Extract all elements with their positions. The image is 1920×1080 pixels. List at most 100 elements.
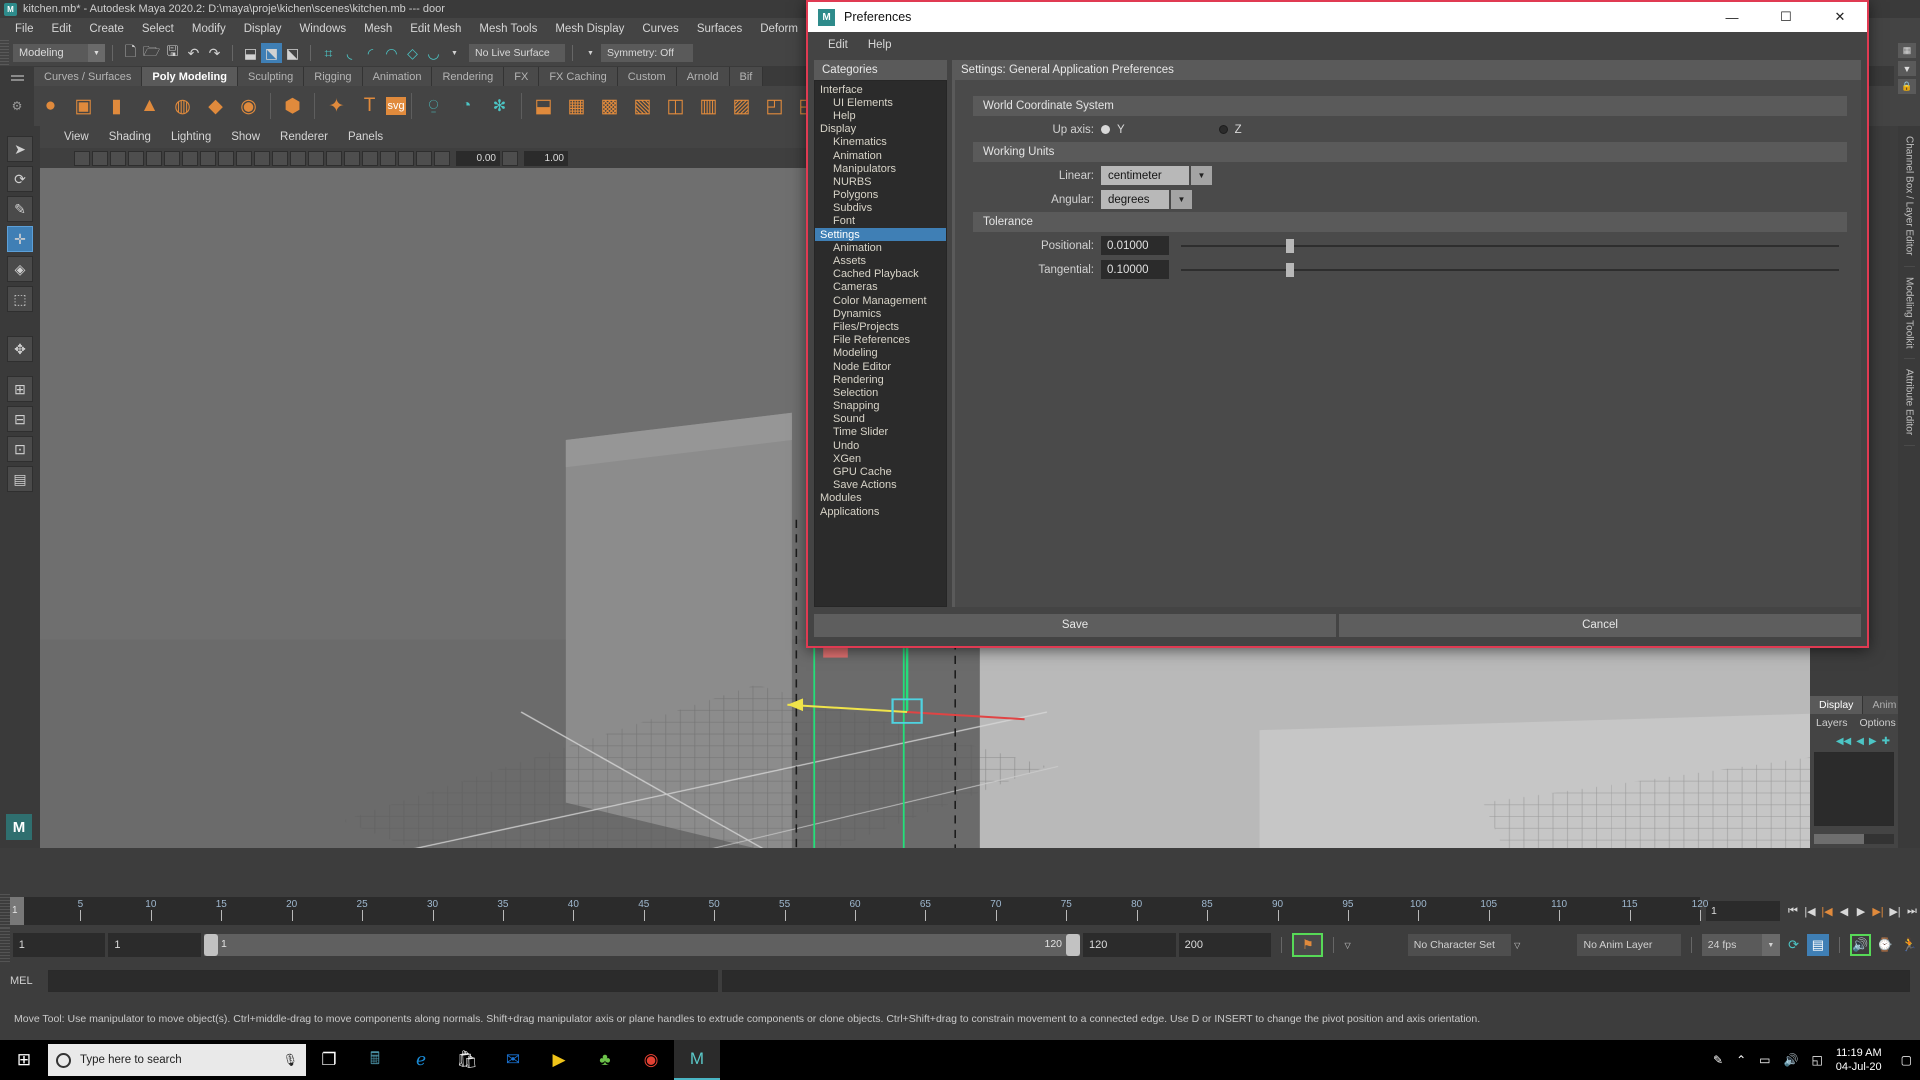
playback-speed-field[interactable]: 24 fps ▼ xyxy=(1701,934,1780,956)
anim-layer-field[interactable]: No Anim Layer xyxy=(1577,934,1681,956)
gamma-icon[interactable] xyxy=(502,150,518,166)
go-to-start-icon[interactable]: ⏮ xyxy=(1785,901,1801,921)
poly-cylinder-icon[interactable]: ▮ xyxy=(100,90,133,122)
playblast-icon[interactable]: 🏃 xyxy=(1899,934,1920,956)
category-item-file-references[interactable]: File References xyxy=(815,334,946,347)
positional-input[interactable]: 0.01000 xyxy=(1101,236,1169,255)
viewport-menu-view[interactable]: View xyxy=(54,131,99,143)
select-by-object-type-icon[interactable]: ⬔ xyxy=(261,43,282,63)
menu-item-create[interactable]: Create xyxy=(80,21,133,37)
linear-unit-select[interactable]: centimeter xyxy=(1101,166,1189,185)
viewport-menu-show[interactable]: Show xyxy=(221,131,270,143)
range-slider[interactable]: 1 1 1 120 120 200 ⚑ ▽ No Character Set ▽… xyxy=(0,928,1920,962)
category-item-selection[interactable]: Selection xyxy=(815,386,946,399)
time-slider-bar[interactable]: 1 5 10 15 20 25 30 35 40 45 50 55 60 65 70 75 80 85 90 95 1… xyxy=(10,897,1708,925)
cancel-button[interactable]: Cancel xyxy=(1339,613,1861,637)
select-tool-icon[interactable]: ➤ xyxy=(7,136,33,162)
workspace-icon[interactable]: ▦ xyxy=(1898,43,1916,58)
menu-item-edit[interactable]: Edit xyxy=(43,21,81,37)
shelf-tab-rendering[interactable]: Rendering xyxy=(432,67,505,86)
gear-icon[interactable]: ⚙ xyxy=(0,86,34,126)
category-item-xgen[interactable]: XGen xyxy=(815,452,946,465)
ao-icon[interactable] xyxy=(398,150,414,166)
category-item-nurbs[interactable]: NURBS xyxy=(815,175,946,188)
scale-tool-icon[interactable]: ⬚ xyxy=(7,286,33,312)
poly-cone-icon[interactable]: ▲ xyxy=(133,90,166,122)
layer-menu-layers[interactable]: Layers xyxy=(1816,717,1848,729)
animation-preferences-icon[interactable]: ▤ xyxy=(1807,934,1829,956)
time-slider-grip[interactable] xyxy=(0,894,10,928)
shelf-tab-animation[interactable]: Animation xyxy=(362,67,433,86)
layer-editor[interactable]: DisplayAnim LayersOptionsHelp ◀◀ ◀ ▶ ✚ xyxy=(1810,696,1920,848)
gamma-field[interactable]: 1.00 xyxy=(524,150,568,166)
category-item-undo[interactable]: Undo xyxy=(815,439,946,452)
sound-icon[interactable]: 🔊 xyxy=(1849,934,1872,956)
step-forward-frame-icon[interactable]: ▶| xyxy=(1870,901,1886,921)
linear-unit-row[interactable]: Linear: centimeter ▼ xyxy=(973,164,1847,187)
category-item-cameras[interactable]: Cameras xyxy=(815,281,946,294)
right-top-icons[interactable]: ▦ ▼ 🔒 xyxy=(1894,40,1920,126)
gate-mask-icon[interactable] xyxy=(236,150,252,166)
command-line[interactable]: MEL xyxy=(0,966,1920,996)
shelf-tab-curves-surfaces[interactable]: Curves / Surfaces xyxy=(34,67,143,86)
menu-item-mesh[interactable]: Mesh xyxy=(355,21,401,37)
store-icon[interactable]: 🛍 xyxy=(444,1040,490,1080)
two-d-pan-zoom-icon[interactable] xyxy=(164,150,180,166)
menu-item-deform[interactable]: Deform xyxy=(751,21,807,37)
viewport-menu-shading[interactable]: Shading xyxy=(99,131,161,143)
search-input[interactable]: Type here to search 🎙 xyxy=(48,1044,306,1076)
snap-to-curve-icon[interactable]: ◟ xyxy=(339,43,360,63)
category-item-time-slider[interactable]: Time Slider xyxy=(815,426,946,439)
vertical-tab-modeling-toolkit[interactable]: Modeling Toolkit xyxy=(1903,267,1915,360)
redo-icon[interactable]: ↷ xyxy=(204,43,225,63)
smooth-icon[interactable]: ▥ xyxy=(692,90,725,122)
reduce-icon[interactable]: ▨ xyxy=(725,90,758,122)
xray-joints-icon[interactable] xyxy=(272,150,288,166)
poly-super-shape-icon[interactable]: ✦ xyxy=(320,90,353,122)
live-surface-field[interactable]: No Live Surface xyxy=(469,44,565,62)
close-icon[interactable]: ✕ xyxy=(1813,2,1867,32)
poly-platonic-icon[interactable]: ⬢ xyxy=(276,90,309,122)
volume-icon[interactable]: 🔊 xyxy=(1784,1053,1799,1067)
poly-sphere-icon[interactable]: ● xyxy=(34,90,67,122)
lasso-tool-icon[interactable]: ⟳ xyxy=(7,166,33,192)
rotate-tool-icon[interactable]: ◈ xyxy=(7,256,33,282)
category-item-gpu-cache[interactable]: GPU Cache xyxy=(815,465,946,478)
category-item-help[interactable]: Help xyxy=(815,109,946,122)
category-item-color-management[interactable]: Color Management xyxy=(815,294,946,307)
go-to-end-icon[interactable]: ⏭ xyxy=(1904,901,1920,921)
separate-icon[interactable]: ▦ xyxy=(560,90,593,122)
snap-to-projected-center-icon[interactable]: ◠ xyxy=(381,43,402,63)
four-view-layout-icon[interactable]: ⊟ xyxy=(7,406,33,432)
select-camera-icon[interactable] xyxy=(74,150,90,166)
poly-text-icon[interactable]: T xyxy=(353,90,386,122)
mirror-icon[interactable]: ◫ xyxy=(659,90,692,122)
poly-torus-icon[interactable]: ◍ xyxy=(166,90,199,122)
system-tray[interactable]: ✎ ⌃ ▭ 🔊 ◱ 11:19 AM 04-Jul-20 ▢ xyxy=(1713,1046,1920,1074)
battery-icon[interactable]: ▭ xyxy=(1759,1053,1770,1067)
character-set-field[interactable]: No Character Set xyxy=(1407,934,1512,956)
time-slider[interactable]: 1 5 10 15 20 25 30 35 40 45 50 55 60 65 70 75 80 85 90 95 1… xyxy=(0,894,1920,928)
shelf-tab-custom[interactable]: Custom xyxy=(617,67,677,86)
category-item-modeling[interactable]: Modeling xyxy=(815,347,946,360)
key-icon[interactable]: ⌚ xyxy=(1874,934,1895,956)
shaded-wireframe-icon[interactable] xyxy=(326,150,342,166)
motion-blur-icon[interactable] xyxy=(434,150,450,166)
category-item-ui-elements[interactable]: UI Elements xyxy=(815,96,946,109)
category-item-node-editor[interactable]: Node Editor xyxy=(815,360,946,373)
range-slider-grip[interactable] xyxy=(0,928,10,962)
booleans-icon[interactable]: ▧ xyxy=(626,90,659,122)
vertical-tab-channel-box-layer-editor[interactable]: Channel Box / Layer Editor xyxy=(1903,126,1915,267)
category-item-dynamics[interactable]: Dynamics xyxy=(815,307,946,320)
resolution-gate-icon[interactable] xyxy=(218,150,234,166)
layer-scrollbar[interactable] xyxy=(1814,834,1894,844)
save-button[interactable]: Save xyxy=(814,613,1336,637)
playback-start-field[interactable]: 1 xyxy=(12,933,106,957)
viewport-menu-panels[interactable]: Panels xyxy=(338,131,393,143)
playback-controls[interactable]: 1 ⏮ |◀ |◀ ◀ ▶ ▶| ▶| ⏭ xyxy=(1706,897,1920,925)
mail-icon[interactable]: ✉ xyxy=(490,1040,536,1080)
shelf-tab-sculpting[interactable]: Sculpting xyxy=(237,67,305,86)
maya-icon[interactable]: M xyxy=(674,1040,720,1080)
category-item-manipulators[interactable]: Manipulators xyxy=(815,162,946,175)
task-view-icon[interactable]: ❐ xyxy=(306,1040,352,1080)
